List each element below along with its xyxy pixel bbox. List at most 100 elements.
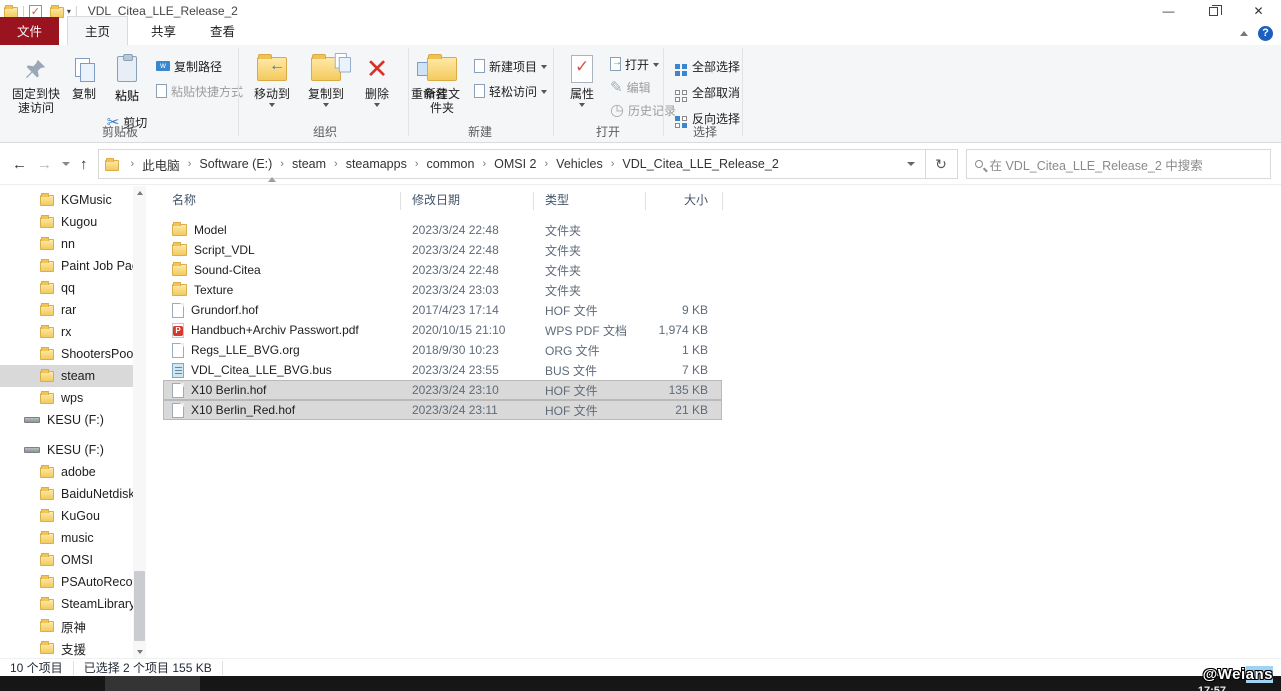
sidebar-item-wps[interactable]: wps (0, 387, 133, 409)
folder-icon (40, 467, 54, 478)
sidebar-item-yuanshen[interactable]: 原神 (0, 615, 133, 637)
forward-button[interactable]: → (37, 156, 52, 173)
file-row-sound-citea[interactable]: Sound-Citea 2023/3/24 22:48 文件夹 (163, 260, 722, 280)
folder-icon (40, 599, 54, 610)
open-caret-icon (653, 63, 659, 67)
select-none-icon (675, 90, 680, 95)
breadcrumb-omsi2[interactable]: OMSI 2 (492, 157, 538, 171)
qat-customize-caret-icon[interactable]: ▾ (67, 7, 71, 16)
sidebar-item-music[interactable]: music (0, 527, 133, 549)
sidebar-item-kugou[interactable]: Kugou (0, 211, 133, 233)
history-button[interactable]: ◷ 历史记录 (610, 99, 676, 121)
pdf-icon (172, 323, 184, 338)
back-button[interactable]: ← (12, 156, 27, 173)
column-header-type[interactable]: 类型 (533, 191, 645, 208)
qat-new-folder-icon[interactable] (50, 7, 64, 18)
file-icon (172, 343, 184, 358)
breadcrumb-current-folder[interactable]: VDL_Citea_LLE_Release_2 (620, 157, 780, 171)
sidebar-scrollbar[interactable] (133, 186, 146, 658)
address-bar[interactable]: › 此电脑 › Software (E:) › steam › steamapp… (98, 149, 926, 179)
properties-button[interactable]: ✓ 属性 (562, 51, 602, 107)
minimize-button[interactable]: — (1146, 0, 1191, 22)
tab-home[interactable]: 主页 (67, 16, 128, 45)
breadcrumb-drive-e[interactable]: Software (E:) (197, 157, 274, 171)
sidebar-item-rar[interactable]: rar (0, 299, 133, 321)
pin-to-quick-access-button[interactable]: 固定到快速访问 (8, 51, 64, 115)
sidebar-item-kgmusic[interactable]: KGMusic (0, 189, 133, 211)
file-row-x10-berlin-red-hof[interactable]: X10 Berlin_Red.hof 2023/3/24 23:11 HOF 文… (163, 400, 722, 420)
collapse-ribbon-icon[interactable] (1240, 31, 1248, 36)
delete-button[interactable]: ✕ 删除 (356, 51, 398, 107)
breadcrumb-vehicles[interactable]: Vehicles (554, 157, 605, 171)
sidebar-item-steam[interactable]: steam (0, 365, 133, 387)
restore-button[interactable] (1191, 0, 1236, 22)
sidebar-item-psautorecover[interactable]: PSAutoRecover (0, 571, 133, 593)
delete-caret-icon (374, 103, 380, 107)
file-row-grundorf-hof[interactable]: Grundorf.hof 2017/4/23 17:14 HOF 文件 9 KB (163, 300, 722, 320)
paste-shortcut-button[interactable]: 粘贴快捷方式 (156, 80, 243, 102)
sidebar-item-rx[interactable]: rx (0, 321, 133, 343)
folder-icon (40, 261, 54, 272)
help-icon[interactable]: ? (1258, 26, 1273, 41)
sidebar-item-kugou2[interactable]: KuGou (0, 505, 133, 527)
refresh-button[interactable]: ↻ (926, 149, 958, 179)
scroll-up-icon[interactable] (133, 186, 146, 199)
file-row-vdl-citea-bus[interactable]: VDL_Citea_LLE_BVG.bus 2023/3/24 23:55 BU… (163, 360, 722, 380)
breadcrumb-this-pc[interactable]: 此电脑 (140, 155, 182, 174)
easy-access-button[interactable]: 轻松访问 (474, 80, 547, 102)
sidebar-item-shooterspool[interactable]: ShootersPool (0, 343, 133, 365)
copy-to-button[interactable]: 复制到 (302, 51, 350, 107)
breadcrumb-common[interactable]: common (425, 157, 477, 171)
breadcrumb-steamapps[interactable]: steamapps (344, 157, 409, 171)
recent-locations-caret-icon[interactable] (62, 162, 70, 166)
sidebar-item-steamlibrary[interactable]: SteamLibrary (0, 593, 133, 615)
select-none-button[interactable]: 全部取消 (674, 81, 740, 103)
status-item-count: 10 个项目 (0, 659, 73, 676)
edit-icon: ✎ (610, 78, 623, 96)
sidebar-item-kesu-f[interactable]: KESU (F:) (0, 409, 133, 431)
column-header-size[interactable]: 大小 (645, 191, 722, 208)
move-to-button[interactable]: ← 移动到 (248, 51, 296, 107)
close-button[interactable]: ✕ (1236, 0, 1281, 22)
tab-file[interactable]: 文件 (0, 17, 59, 45)
file-row-handbuch-pdf[interactable]: Handbuch+Archiv Passwort.pdf 2020/10/15 … (163, 320, 722, 340)
sidebar-item-zhiyuan[interactable]: 支援 (0, 637, 133, 658)
copy-button[interactable]: 复制 (64, 51, 104, 101)
sidebar-item-paint-job[interactable]: Paint Job Pac (0, 255, 133, 277)
new-item-button[interactable]: 新建项目 (474, 55, 547, 77)
tab-share[interactable]: 共享 (134, 17, 193, 45)
watermark: @Weians (1203, 666, 1273, 683)
folder-icon (172, 224, 187, 236)
edit-button[interactable]: ✎ 编辑 (610, 76, 676, 98)
folder-icon (40, 283, 54, 294)
new-folder-button[interactable]: 新建文件夹 (418, 51, 466, 115)
file-row-x10-berlin-hof[interactable]: X10 Berlin.hof 2023/3/24 23:10 HOF 文件 13… (163, 380, 722, 400)
file-row-texture[interactable]: Texture 2023/3/24 23:03 文件夹 (163, 280, 722, 300)
tab-view[interactable]: 查看 (193, 17, 252, 45)
sidebar-item-adobe[interactable]: adobe (0, 461, 133, 483)
file-row-regs-org[interactable]: Regs_LLE_BVG.org 2018/9/30 10:23 ORG 文件 … (163, 340, 722, 360)
folder-icon (40, 577, 54, 588)
file-row-model[interactable]: Model 2023/3/24 22:48 文件夹 (163, 220, 722, 240)
column-header-date[interactable]: 修改日期 (400, 191, 533, 208)
file-row-script-vdl[interactable]: Script_VDL 2023/3/24 22:48 文件夹 (163, 240, 722, 260)
breadcrumb-steam[interactable]: steam (290, 157, 328, 171)
sidebar-item-qq[interactable]: qq (0, 277, 133, 299)
select-all-button[interactable]: 全部选择 (674, 55, 740, 77)
address-dropdown-caret-icon[interactable] (907, 162, 915, 166)
copy-path-button[interactable]: w 复制路径 (156, 55, 243, 77)
sidebar-item-omsi[interactable]: OMSI (0, 549, 133, 571)
qat-properties-icon[interactable]: ✓ (29, 5, 42, 18)
sidebar-item-nn[interactable]: nn (0, 233, 133, 255)
folder-icon (40, 555, 54, 566)
scrollbar-thumb[interactable] (134, 571, 145, 641)
open-button[interactable]: → 打开 (610, 53, 676, 75)
copy-icon (75, 58, 93, 80)
column-header-name[interactable]: 名称 (163, 191, 400, 208)
scroll-down-icon[interactable] (133, 645, 146, 658)
sidebar-item-baidunetdisk[interactable]: BaiduNetdiskD (0, 483, 133, 505)
search-input[interactable]: 在 VDL_Citea_LLE_Release_2 中搜索 (966, 149, 1272, 179)
up-button[interactable]: ↑ (80, 156, 88, 173)
sidebar-item-kesu-f-root[interactable]: KESU (F:) (0, 439, 133, 461)
paste-button[interactable]: 粘贴 ✂ 剪切 (104, 51, 150, 133)
